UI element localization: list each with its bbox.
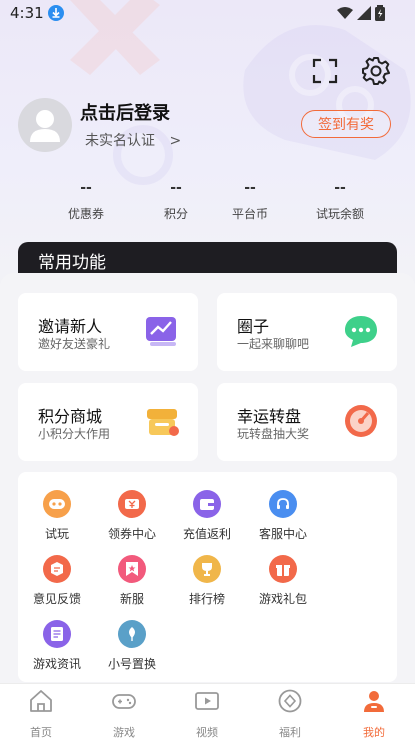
tab-welfare[interactable]: 福利 — [260, 688, 320, 738]
card-subtitle: 邀好友送豪礼 — [38, 337, 111, 351]
card-subtitle: 小积分大作用 — [38, 427, 111, 441]
leaf-icon — [118, 620, 146, 648]
card-invite[interactable]: 邀请新人 邀好友送豪礼 — [18, 293, 198, 371]
tab-label: 我的 — [363, 726, 385, 738]
grid-label: 排行榜 — [188, 592, 225, 606]
bottom-tab-bar: 首页 游戏 视频 福利 我的 — [0, 683, 415, 738]
stat-coupons[interactable]: -- 优惠券 — [46, 180, 126, 222]
card-subtitle: 玩转盘抽大奖 — [237, 427, 310, 441]
grid-label: 充值返利 — [182, 527, 231, 541]
tab-label: 福利 — [279, 726, 301, 738]
decor-gamepad-shape — [243, 25, 411, 160]
tab-label: 首页 — [30, 726, 52, 738]
grid-item-account-swap[interactable]: 小号置换 — [97, 620, 167, 672]
grid-item-recharge-rebate[interactable]: 充值返利 — [172, 490, 242, 542]
stat-value: -- — [244, 180, 256, 196]
chart-icon — [146, 317, 176, 346]
card-circle[interactable]: 圈子 一起来聊聊吧 — [217, 293, 397, 371]
gamepad-tab-icon — [112, 694, 136, 709]
trophy-icon — [193, 555, 221, 583]
grid-label: 游戏礼包 — [258, 592, 307, 606]
news-icon — [43, 620, 71, 648]
card-title: 积分商城 — [38, 407, 103, 426]
chat-icon — [345, 316, 377, 347]
tab-label: 视频 — [196, 726, 218, 738]
function-grid: 试玩 领券中心 充值返利 客服中心 意见反馈 新服 排行榜 游戏礼包 游戏资讯 … — [18, 472, 397, 682]
grid-item-trial[interactable]: 试玩 — [22, 490, 92, 542]
gift-icon — [269, 555, 297, 583]
grid-item-customer-service[interactable]: 客服中心 — [248, 490, 318, 542]
tab-label: 游戏 — [113, 726, 135, 738]
download-icon — [48, 5, 64, 21]
profile-icon — [364, 691, 384, 712]
stat-label: 平台币 — [231, 207, 268, 221]
stat-label: 积分 — [163, 207, 188, 221]
grid-item-coupon-center[interactable]: 领券中心 — [97, 490, 167, 542]
shop-icon — [147, 409, 179, 436]
real-name-auth-link[interactable]: 未实名认证 > — [85, 130, 181, 150]
gear-icon[interactable] — [361, 56, 391, 86]
badge-icon — [118, 555, 146, 583]
grid-item-feedback[interactable]: 意见反馈 — [22, 555, 92, 607]
grid-label: 领券中心 — [107, 527, 156, 541]
stat-label: 优惠券 — [67, 207, 104, 221]
signal-icon — [357, 6, 371, 20]
stat-value: -- — [170, 180, 182, 196]
status-bar: 4:31 — [0, 0, 415, 28]
wifi-icon — [337, 7, 353, 19]
battery-icon — [375, 5, 385, 21]
tab-video[interactable]: 视频 — [177, 688, 237, 738]
login-title[interactable]: 点击后登录 — [80, 99, 170, 125]
grid-label: 试玩 — [44, 527, 69, 541]
headset-icon — [269, 490, 297, 518]
grid-item-leaderboard[interactable]: 排行榜 — [172, 555, 242, 607]
wallet-icon — [193, 490, 221, 518]
grid-label: 新服 — [119, 592, 144, 606]
grid-item-new-server[interactable]: 新服 — [97, 555, 167, 607]
video-icon — [195, 692, 219, 710]
coupon-icon — [118, 490, 146, 518]
gamepad-icon — [43, 490, 71, 518]
grid-label: 游戏资讯 — [32, 657, 81, 671]
wheel-icon — [345, 405, 377, 437]
scan-icon[interactable] — [312, 58, 338, 84]
status-time: 4:31 — [10, 4, 44, 22]
stat-value: -- — [80, 180, 92, 196]
tab-mine[interactable]: 我的 — [344, 688, 404, 738]
welfare-icon — [278, 689, 302, 713]
feedback-icon — [43, 555, 71, 583]
grid-label: 小号置换 — [107, 657, 156, 671]
tab-games[interactable]: 游戏 — [94, 688, 154, 738]
home-icon — [30, 690, 52, 712]
card-subtitle: 一起来聊聊吧 — [237, 337, 310, 351]
card-lucky-wheel[interactable]: 幸运转盘 玩转盘抽大奖 — [217, 383, 397, 461]
tab-home[interactable]: 首页 — [11, 688, 71, 738]
stat-trial-balance[interactable]: -- 试玩余额 — [300, 180, 380, 222]
card-points-mall[interactable]: 积分商城 小积分大作用 — [18, 383, 198, 461]
auth-arrow: > — [169, 133, 182, 149]
stats-row: -- 优惠券 -- 积分 -- 平台币 -- 试玩余额 — [40, 180, 390, 224]
signin-reward-button[interactable]: 签到有奖 — [301, 110, 391, 138]
stat-value: -- — [334, 180, 346, 196]
auth-text: 未实名认证 — [85, 133, 155, 149]
section-title: 常用功能 — [38, 253, 106, 273]
grid-label: 意见反馈 — [32, 592, 81, 606]
stat-points[interactable]: -- 积分 — [136, 180, 216, 222]
card-title: 邀请新人 — [38, 317, 103, 336]
grid-item-game-news[interactable]: 游戏资讯 — [22, 620, 92, 672]
grid-item-gift-packs[interactable]: 游戏礼包 — [248, 555, 318, 607]
grid-label: 客服中心 — [258, 527, 307, 541]
card-title: 幸运转盘 — [237, 407, 302, 426]
card-title: 圈子 — [237, 317, 270, 336]
stat-label: 试玩余额 — [315, 207, 364, 221]
avatar[interactable] — [18, 98, 72, 152]
stat-platform-coins[interactable]: -- 平台币 — [210, 180, 290, 222]
